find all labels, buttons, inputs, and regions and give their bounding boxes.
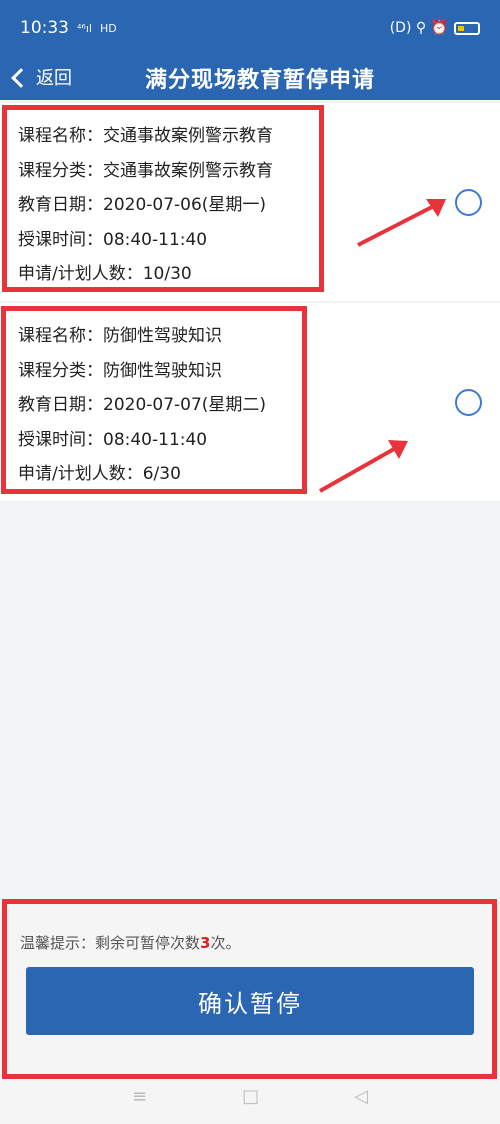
hint-text: 温馨提示：剩余可暂停次数3次。: [20, 932, 240, 953]
bottom-panel: 温馨提示：剩余可暂停次数3次。 确认暂停 ≡ □ ◁: [0, 898, 500, 1124]
course-card[interactable]: 课程名称：交通事故案例警示教育 课程分类：交通事故案例警示教育 教育日期：202…: [0, 103, 500, 301]
course-info: 课程名称：交通事故案例警示教育 课程分类：交通事故案例警示教育 教育日期：202…: [18, 119, 273, 292]
hint-suffix: 次。: [210, 934, 241, 952]
course-select-radio[interactable]: [455, 389, 482, 416]
course-count: 申请/计划人数：6/30: [18, 464, 181, 484]
course-card[interactable]: 课程名称：防御性驾驶知识 课程分类：防御性驾驶知识 教育日期：2020-07-0…: [0, 303, 500, 501]
annotation-arrow-icon: [357, 199, 446, 247]
nav-bar: 返回 满分现场教育暂停申请: [0, 56, 500, 100]
menu-icon[interactable]: ≡: [132, 1086, 147, 1112]
page-title: 满分现场教育暂停申请: [144, 68, 375, 93]
course-name: 课程名称：防御性驾驶知识: [18, 326, 222, 346]
course-time: 授课时间：08:40-11:40: [18, 229, 208, 250]
course-date: 教育日期：2020-07-06(星期一): [18, 195, 267, 215]
course-select-radio[interactable]: [455, 189, 482, 216]
annotation-arrow-icon: [319, 440, 408, 493]
system-nav: ≡ □ ◁: [0, 1086, 500, 1112]
signal-icon: ⁴⁶ıl: [77, 21, 92, 35]
course-time: 授课时间：08:40-11:40: [18, 429, 208, 450]
status-time: 10:33: [20, 18, 69, 38]
course-count: 申请/计划人数：10/30: [18, 264, 192, 284]
home-icon[interactable]: □: [242, 1086, 259, 1112]
course-info: 课程名称：防御性驾驶知识 课程分类：防御性驾驶知识 教育日期：2020-07-0…: [18, 319, 266, 492]
battery-icon: [454, 21, 480, 35]
hint-prefix: 温馨提示：剩余可暂停次数: [20, 934, 201, 952]
network-label: HD: [99, 21, 117, 35]
status-icons: (D) ⚲ ⏰: [390, 20, 480, 36]
course-category: 课程分类：交通事故案例警示教育: [18, 160, 273, 181]
back-icon[interactable]: ◁: [354, 1086, 368, 1112]
status-bar: 10:33 ⁴⁶ıl HD (D) ⚲ ⏰: [0, 0, 500, 56]
course-name: 课程名称：交通事故案例警示教育: [18, 126, 273, 146]
remaining-count: 3: [200, 934, 211, 952]
confirm-pause-button[interactable]: 确认暂停: [26, 967, 474, 1035]
status-icon-group: (D) ⚲ ⏰: [389, 20, 448, 36]
course-date: 教育日期：2020-07-07(星期二): [18, 395, 267, 415]
course-category: 课程分类：防御性驾驶知识: [18, 360, 222, 381]
